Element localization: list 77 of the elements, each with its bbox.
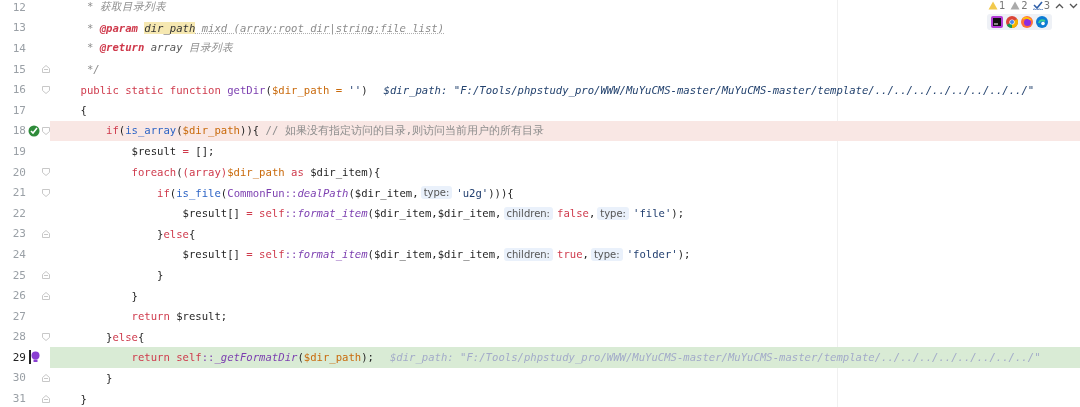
browser-icon[interactable] [1036, 16, 1048, 28]
fold-marker-icon[interactable] [42, 188, 50, 197]
line-number: 26 [11, 289, 26, 303]
parameter-hint: children: [503, 206, 553, 220]
parameter-hint: type: [590, 247, 623, 261]
code-text: * @param dir_path mixd (array:root dir|string:file list) [85, 21, 445, 34]
fold-marker-icon[interactable] [42, 168, 50, 177]
browser-icon[interactable] [1021, 16, 1033, 28]
code-text: }else{ [156, 227, 196, 240]
code-text: */ [85, 63, 100, 76]
code-text: $result[] = self::format_item($dir_item,$dir_item, [181, 248, 502, 261]
line-number: 27 [11, 309, 26, 323]
fold-marker-icon[interactable] [42, 65, 50, 74]
code-text: 'file'); [633, 207, 685, 220]
code-text: { [79, 104, 87, 117]
code-text: foreach((array)$dir_path as $dir_item){ [130, 166, 381, 179]
line-number: 20 [11, 165, 26, 179]
line-number: 12 [11, 0, 26, 14]
fold-marker-icon[interactable] [42, 291, 50, 300]
line-number: 24 [11, 247, 26, 261]
fold-marker-icon[interactable] [42, 271, 50, 279]
line-number: 23 [11, 227, 26, 241]
fold-marker-icon[interactable] [42, 85, 50, 94]
browser-icon[interactable] [1006, 16, 1018, 28]
line-number: 14 [11, 42, 26, 55]
line-number: 31 [11, 392, 26, 406]
code-text: false, [557, 207, 596, 220]
code-text: 'u2g'))){ [456, 186, 514, 199]
code-text: * 获取目录列表 [85, 0, 166, 15]
line-number: 29 [11, 350, 26, 364]
line-number: 17 [11, 103, 26, 117]
code-text: return self::_getFormatDir($dir_path); [130, 351, 374, 364]
line-number: 21 [11, 186, 26, 200]
chevron-up-icon[interactable] [1055, 2, 1064, 9]
parameter-hint: type: [420, 186, 453, 200]
code-text: } [130, 289, 138, 302]
warning-icon[interactable] [987, 1, 998, 10]
debug-inline-value: $dir_path: "F:/Tools/phpstudy_pro/WWW/MuYuCMS-master/MuYuCMS-master/template/../../../../../../../../" [383, 83, 1035, 96]
inspection-count[interactable]: 3 [1043, 0, 1050, 11]
code-text: } [105, 372, 113, 384]
code-text: 'folder'); [626, 248, 691, 261]
code-text: }else{ [105, 330, 145, 343]
debug-inline-value: $dir_path: "F:/Tools/phpstudy_pro/WWW/MuYuCMS-master/MuYuCMS-master/template/../../../../../../../../" [389, 351, 1041, 364]
fold-marker-icon[interactable] [42, 332, 50, 341]
line-number: 28 [11, 330, 26, 344]
line-number: 25 [11, 268, 26, 282]
inspection-count[interactable]: 2 [1021, 0, 1028, 11]
line-number: 19 [11, 144, 26, 158]
code-text: } [79, 392, 87, 405]
code-text: * @return array 目录列表 [85, 41, 233, 56]
fold-marker-icon[interactable] [42, 374, 50, 382]
fold-marker-icon[interactable] [42, 229, 50, 238]
line-number: 30 [11, 371, 26, 385]
line-number: 18 [11, 124, 26, 138]
app-icon[interactable] [991, 16, 1003, 28]
line-number: 16 [11, 83, 26, 97]
fold-marker-icon[interactable] [42, 126, 50, 135]
code-text: public static function getDir($dir_path = '') [79, 83, 368, 96]
chevron-down-icon[interactable] [1069, 2, 1078, 9]
lightbulb-icon[interactable] [30, 351, 40, 364]
code-text: if(is_array($dir_path)){ // 如果没有指定访问的目录,则访问当前用户的所有目录 [105, 123, 545, 138]
parameter-hint: children: [503, 247, 553, 261]
warning-icon[interactable] [1010, 1, 1021, 10]
code-text: true, [557, 248, 589, 261]
code-text: return $result; [130, 310, 228, 323]
parameter-hint: type: [597, 206, 629, 220]
inspection-count[interactable]: 1 [998, 0, 1006, 11]
code-text: $result[] = self::format_item($dir_item,$dir_item, [181, 207, 502, 220]
line-number: 22 [11, 206, 26, 220]
fold-marker-icon[interactable] [42, 394, 50, 403]
line-number: 15 [11, 62, 26, 76]
line-number: 13 [11, 21, 26, 35]
breakpoint-check-icon[interactable] [28, 124, 40, 137]
code-text: $result = []; [130, 145, 215, 158]
check-icon[interactable] [1032, 1, 1043, 10]
code-text: } [156, 269, 164, 281]
code-text: if(is_file(CommonFun::dealPath($dir_item, [156, 186, 419, 199]
